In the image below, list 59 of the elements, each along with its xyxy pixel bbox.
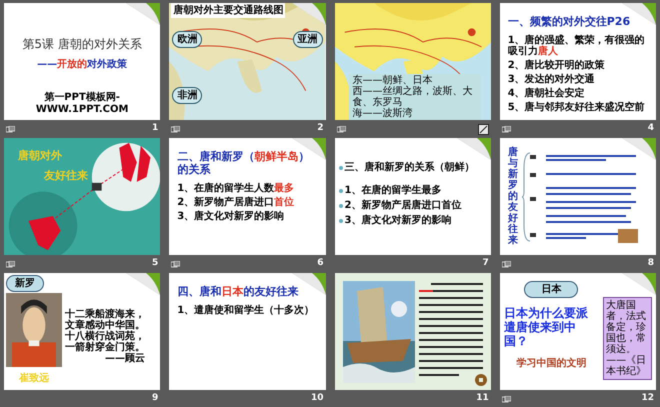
slide-number: 4: [648, 122, 654, 136]
bullet-icon: [338, 189, 342, 193]
quote-text: 大唐国者，法式备定，珍国也，常须达。: [606, 300, 648, 355]
portrait-caption: 崔致远: [19, 372, 49, 386]
bullet-icon: [338, 219, 342, 223]
quote-source: ——《日本书纪》: [606, 355, 648, 377]
tag-label: 日本: [524, 281, 578, 298]
slide-number: 8: [648, 257, 654, 270]
map-title: 唐朝对外主要交通路线图: [171, 3, 286, 18]
slide-heading: 四、唐和日本的友好往来: [177, 285, 300, 298]
slide-number: 1: [152, 122, 158, 136]
slide-number: 5: [152, 257, 158, 270]
slide-footer-text: 第一PPT模板网-WWW.1PPT.COM: [34, 92, 130, 116]
poem-author: ——顾云: [105, 353, 145, 364]
answer-text: 学习中国的文明: [516, 356, 586, 371]
question-text: 日本为什么要派遣唐使来到中国？: [504, 306, 589, 348]
list-item: 5、唐与邻邦友好往来盛况空前: [508, 102, 646, 113]
list-item: 3、唐文化对新罗的影响: [177, 211, 286, 222]
poster-title: 唐朝对外: [18, 148, 62, 164]
bullet-icon: [338, 204, 342, 208]
slide-number: 12: [641, 392, 654, 406]
list-item: 1、唐的强盛、繁荣，有很强的吸引力唐人: [508, 35, 646, 57]
slide-heading: 二、唐和新罗（朝鲜半岛）的关系: [177, 150, 310, 176]
continent-label: 非洲: [172, 87, 202, 104]
poem-line: 十二乘船渡海来，: [65, 309, 145, 320]
list-item: 2、新罗物产居唐进口首位: [177, 197, 296, 208]
slide-number: 6: [317, 257, 324, 270]
list-item: 1、在唐的留学生人数最多: [177, 183, 296, 194]
slide-heading: 一、频繁的对外交往P26: [508, 15, 632, 28]
list-item: 三、唐和新罗的关系（朝鲜）: [344, 162, 474, 174]
slide-number: 10: [310, 392, 324, 406]
list-item: 3、唐文化对新罗的影响: [344, 215, 452, 227]
poster-title: 友好往来: [44, 168, 88, 184]
text-line: 东——朝鲜、日本: [352, 75, 432, 86]
vertical-title: 唐与新罗的友好往来: [508, 147, 518, 246]
text-line: 海——波斯湾: [352, 108, 414, 119]
slide-number: 11: [476, 392, 489, 406]
continent-label: 欧洲: [172, 31, 202, 48]
slide-number: 9: [152, 392, 158, 406]
slide-thumbnail[interactable]: [334, 273, 491, 390]
list-item: 3、发达的对外交通: [508, 74, 596, 85]
list-item: 4、唐朝社会安定: [508, 88, 586, 99]
poem-line: 一箭射穿金门策。: [65, 342, 145, 353]
coin-icon: [474, 374, 487, 386]
slide-thumbnail[interactable]: 唐朝对外主要交通路线图 欧洲 亚洲 非洲: [169, 3, 326, 120]
poem-line: 十八横行战词苑，: [65, 331, 145, 342]
list-item: 1、遣唐使和留学生（十多次）: [177, 305, 316, 316]
text-line: 西——丝绸之路，波斯、大食、东罗马: [352, 86, 474, 108]
slide-number: 2: [317, 122, 324, 136]
list-item: 2、唐比较开明的政策: [508, 60, 606, 71]
poem-line: 文章感动中华国。: [65, 320, 145, 331]
slide-number: 7: [482, 257, 489, 270]
bullet-icon: [338, 166, 342, 170]
slide-title: 第5课 唐朝的对外关系: [22, 36, 142, 53]
list-item: 2、新罗物产居唐进口首位: [344, 200, 462, 212]
tag-label: 新罗: [6, 275, 44, 292]
slide-subtitle: ——开放的对外政策: [37, 58, 128, 72]
list-item: 1、在唐的留学生最多: [344, 185, 442, 197]
slide-thumbnail[interactable]: 东——朝鲜、日本 西——丝绸之路，波斯、大食、东罗马 海——波斯湾: [334, 3, 491, 120]
